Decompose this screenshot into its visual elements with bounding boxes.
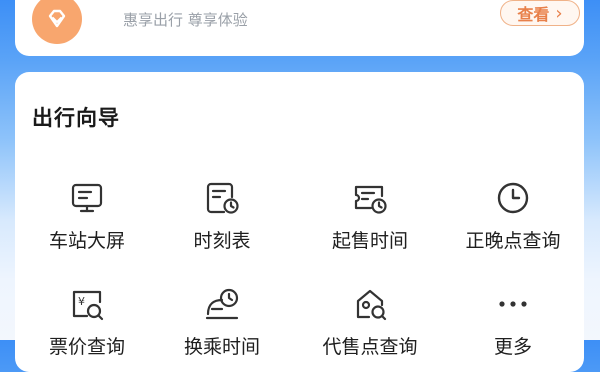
service-label: 时刻表	[193, 230, 251, 252]
train-clock-icon	[204, 286, 240, 322]
service-label: 正晚点查询	[465, 230, 561, 252]
ticket-clock-icon	[352, 180, 388, 216]
service-label: 车站大屏	[48, 230, 125, 252]
more-dots-icon	[495, 286, 531, 322]
member-subtitle: 惠享出行 尊享体验	[123, 11, 248, 29]
view-button[interactable]: 查看 ›	[500, 0, 580, 26]
fare-search-icon: ¥	[69, 286, 105, 322]
section-title: 出行向导	[32, 106, 120, 130]
service-label: 代售点查询	[322, 336, 418, 358]
calendar-clock-icon	[204, 180, 240, 216]
service-label: 换乘时间	[183, 336, 260, 358]
diamond-badge-icon	[32, 0, 82, 44]
member-banner-card[interactable]: 惠享出行 尊享体验 查看 ›	[15, 0, 584, 56]
service-label: 票价查询	[48, 336, 125, 358]
chevron-right-icon: ›	[555, 2, 563, 24]
service-label: 起售时间	[331, 230, 408, 252]
svg-text:¥: ¥	[78, 295, 85, 308]
service-label: 更多	[493, 336, 532, 358]
monitor-icon	[69, 180, 105, 216]
view-button-label: 查看	[517, 5, 550, 24]
clock-icon	[495, 180, 531, 216]
house-search-icon	[352, 286, 388, 322]
